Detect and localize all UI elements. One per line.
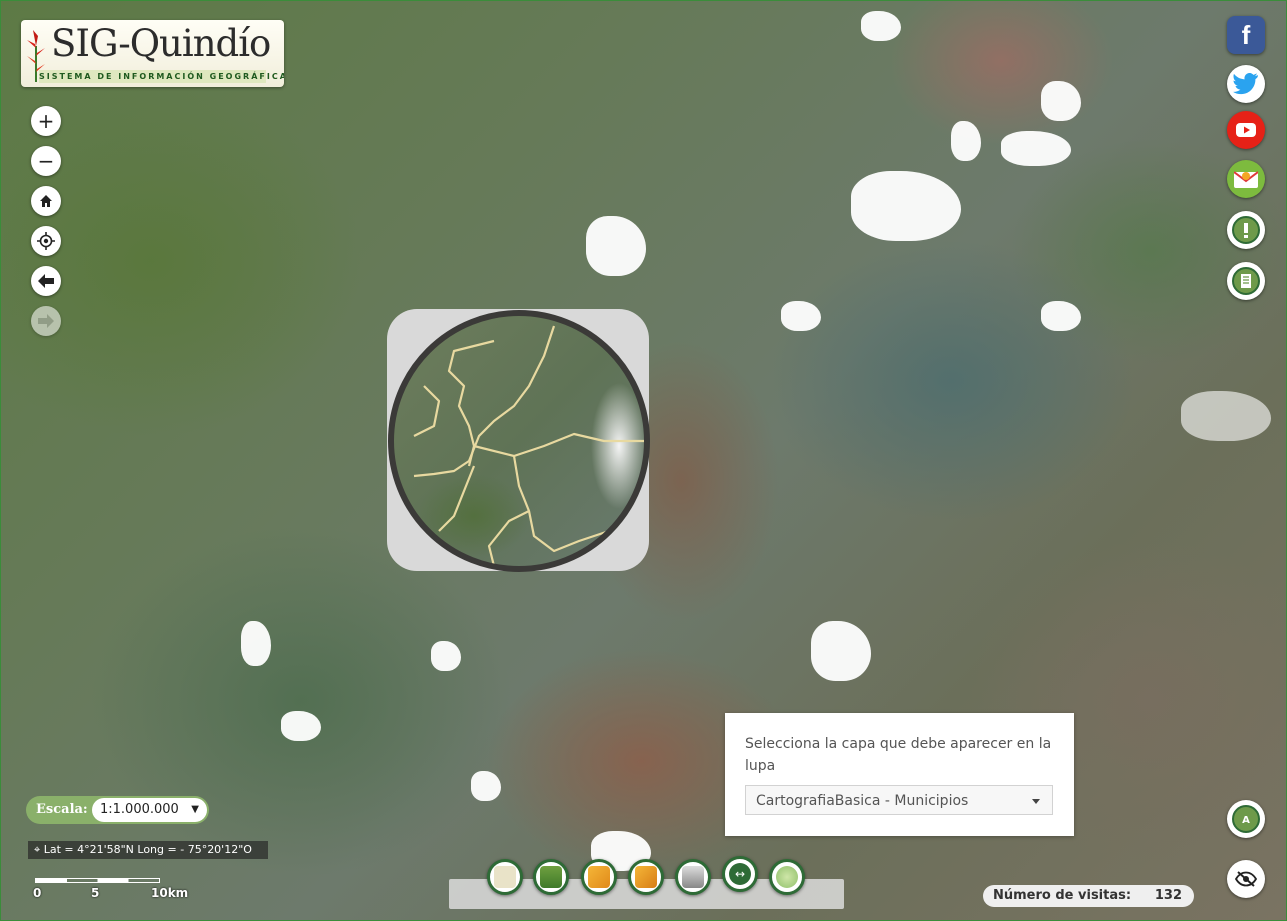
chevron-down-icon: ▼ [191,804,199,815]
zoom-in-button[interactable]: + [31,106,61,136]
cloud-patch [241,621,271,666]
help-button[interactable] [1227,211,1265,249]
cloud-patch [431,641,461,671]
coordinate-text: Lat = 4°21'58"N Long = - 75°20'12"O [43,843,252,856]
scale-select[interactable]: 1:1.000.000 ▼ [92,798,207,822]
crosshair-icon: ⌖ [34,843,44,856]
measure-tool-button[interactable] [533,859,569,895]
municipal-boundaries-layer [413,325,644,566]
youtube-button[interactable] [1227,111,1265,149]
layer-select[interactable]: CartografiaBasica - Municipios [745,785,1053,815]
cloud-patch [1041,301,1081,331]
scale-value: 1:1.000.000 [100,802,179,817]
scale-tick-0: 0 [33,886,42,900]
manual-button[interactable] [1227,262,1265,300]
svg-text:A: A [1242,815,1250,826]
scale-control: Escala: 1:1.000.000 ▼ [26,796,209,824]
toggle-visibility-button[interactable] [1227,860,1265,898]
magnifier-lens[interactable] [388,310,650,572]
scale-bar: 0 5 10km [33,878,195,902]
logo-subtitle: SISTEMA DE INFORMACIÓN GEOGRÁFICA [39,70,284,83]
locate-icon [37,232,55,250]
legend-icon [494,866,516,888]
map-icon [776,866,798,888]
cloud-patch [1041,81,1081,121]
print-tool-button[interactable] [675,859,711,895]
scale-label: Escala: [36,802,88,817]
youtube-icon [1236,123,1256,137]
swipe-tool-button[interactable]: ↔ [722,856,758,892]
folder-icon [588,866,610,888]
open-file-tool-button[interactable] [628,859,664,895]
magnifier-widget[interactable] [387,309,650,572]
coordinate-readout: ⌖ Lat = 4°21'58"N Long = - 75°20'12"O [28,841,268,859]
cloud-patch [811,621,871,681]
logo-title: SIG-Quindío [51,22,271,65]
zoom-out-button[interactable]: − [31,146,61,176]
scale-tick-5: 5 [91,886,100,900]
visit-counter-value: 132 [1154,888,1182,903]
home-icon [40,195,52,207]
cloud-patch [951,121,981,161]
cloud-patch [861,11,901,41]
arrow-right-icon [38,314,54,328]
cloud-patch [586,216,646,276]
magnifier-layer-popup: Selecciona la capa que debe aparecer en … [725,713,1074,836]
help-icon [1232,216,1260,244]
minus-icon: − [37,149,55,173]
twitter-icon [1233,73,1258,95]
arrow-left-icon [38,274,54,288]
next-extent-button[interactable] [31,306,61,336]
cloud-patch [781,301,821,331]
facebook-icon: f [1241,19,1251,50]
locate-button[interactable] [31,226,61,256]
cloud-patch [281,711,321,741]
twitter-button[interactable] [1227,65,1265,103]
manual-icon [1232,267,1260,295]
measure-icon [540,866,562,888]
home-button[interactable] [31,186,61,216]
email-button[interactable] [1227,160,1265,198]
layer-select-value: CartografiaBasica - Municipios [756,793,969,809]
visit-counter: Número de visitas: 132 [983,885,1194,907]
app-logo[interactable]: SIG-Quindío SISTEMA DE INFORMACIÓN GEOGR… [21,20,284,87]
email-icon [1234,171,1258,188]
print-icon [682,866,704,888]
accessibility-button[interactable]: A [1227,800,1265,838]
previous-extent-button[interactable] [31,266,61,296]
chevron-down-icon [1032,799,1040,804]
overview-map-tool-button[interactable] [769,859,805,895]
facebook-button[interactable]: f [1227,16,1265,54]
plus-icon: + [37,109,55,133]
map-viewer[interactable]: SIG-Quindío SISTEMA DE INFORMACIÓN GEOGR… [0,0,1287,921]
cloud-patch [1001,131,1071,166]
scale-bar-graphic [35,878,160,883]
cloud-patch [471,771,501,801]
folder-open-icon [635,866,657,888]
layers-tool-button[interactable] [581,859,617,895]
accessibility-icon: A [1232,805,1260,833]
scale-tick-10km: 10km [151,886,189,900]
swipe-icon: ↔ [729,863,751,885]
legend-tool-button[interactable] [487,859,523,895]
visit-counter-label: Número de visitas: [993,888,1132,903]
cloud-patch [1181,391,1271,441]
eye-slash-icon [1235,871,1257,887]
popup-prompt: Selecciona la capa que debe aparecer en … [745,736,1052,774]
cloud-patch [851,171,961,241]
